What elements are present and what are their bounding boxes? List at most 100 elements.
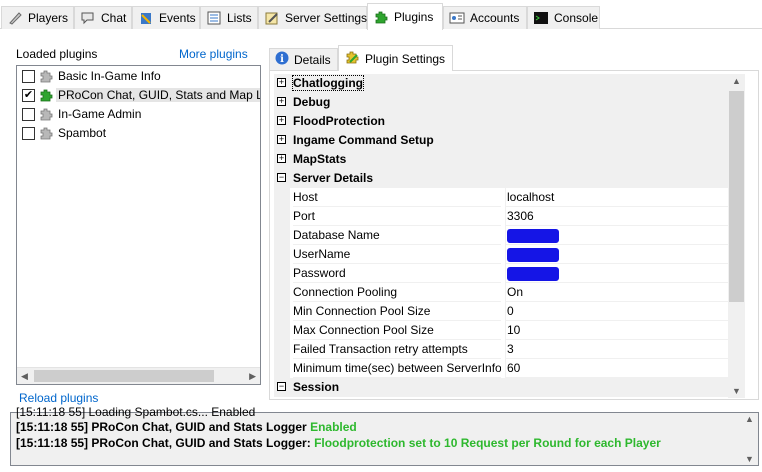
property-row-database-name[interactable]: Database Name — [274, 226, 728, 245]
tab-plugin-settings[interactable]: Plugin Settings — [338, 45, 453, 71]
tab-label: Players — [28, 11, 69, 25]
property-row-min-pool-size[interactable]: Min Connection Pool Size 0 — [274, 302, 728, 321]
tab-label: Server Settings — [285, 11, 368, 25]
category-label: Server Details — [293, 171, 374, 185]
plugin-item[interactable]: ✔ PRoCon Chat, GUID, Stats and Map Logge… — [19, 86, 260, 104]
tab-players[interactable]: Players — [1, 6, 74, 29]
plugin-checkbox[interactable]: ✔ — [22, 88, 35, 102]
tab-events[interactable]: Events — [132, 6, 200, 29]
server-settings-icon — [264, 10, 280, 26]
expand-icon[interactable]: + — [277, 154, 286, 163]
tab-server-settings[interactable]: Server Settings — [258, 6, 367, 29]
category-session[interactable]: − Session — [274, 378, 728, 397]
expand-icon[interactable]: + — [277, 116, 286, 125]
property-name: Password — [293, 264, 501, 283]
plugin-item[interactable]: Basic In-Game Info — [19, 67, 163, 85]
property-row-connection-pooling[interactable]: Connection Pooling On — [274, 283, 728, 302]
expand-icon[interactable]: + — [277, 78, 286, 87]
scroll-up-icon[interactable]: ▲ — [732, 76, 741, 86]
tab-label: Plugins — [394, 10, 434, 24]
plugin-checkbox[interactable] — [22, 126, 35, 140]
property-value[interactable]: localhost — [505, 188, 728, 207]
scroll-down-icon[interactable]: ▼ — [745, 454, 754, 464]
log-status: Enabled — [310, 420, 357, 434]
plugin-checkbox[interactable] — [22, 107, 35, 121]
category-debug[interactable]: + Debug — [274, 93, 728, 112]
property-name: Failed Transaction retry attempts — [293, 340, 501, 359]
property-value[interactable]: 3306 — [505, 207, 728, 226]
log-prefix: [15:11:18 55] PRoCon Chat, GUID and Stat… — [16, 420, 307, 434]
property-row-host[interactable]: Host localhost — [274, 188, 728, 207]
plugin-list[interactable]: Basic In-Game Info ✔ PRoCon Chat, GUID, … — [16, 65, 261, 385]
property-value[interactable]: 60 — [505, 359, 728, 378]
plugin-list-hscrollbar[interactable]: ◀ ▶ — [17, 367, 260, 384]
property-value[interactable]: On — [505, 283, 728, 302]
property-name: UserName — [293, 245, 501, 264]
redaction-mark — [507, 266, 559, 281]
loaded-plugins-label: Loaded plugins — [16, 47, 98, 61]
collapse-icon[interactable]: − — [277, 382, 286, 391]
tab-lists[interactable]: Lists — [200, 6, 258, 29]
property-name: Database Name — [293, 226, 501, 245]
log-line: [15:11:18 55] PRoCon Chat, GUID and Stat… — [16, 420, 357, 436]
plugin-icon — [38, 106, 54, 122]
category-ingame-command-setup[interactable]: + Ingame Command Setup — [274, 131, 728, 150]
more-plugins-link[interactable]: More plugins — [179, 47, 248, 61]
property-grid[interactable]: + Chatlogging + Debug + FloodProtection … — [274, 74, 744, 398]
property-value[interactable]: 10 — [505, 321, 728, 340]
plugin-icon — [38, 68, 54, 84]
property-value[interactable] — [505, 264, 728, 283]
tab-console[interactable]: Console — [527, 6, 600, 29]
property-name: Max Connection Pool Size — [293, 321, 501, 340]
category-mapstats[interactable]: + MapStats — [274, 150, 728, 169]
property-value[interactable] — [505, 245, 728, 264]
scrollbar-thumb[interactable] — [34, 370, 214, 382]
category-server-details[interactable]: − Server Details — [274, 169, 728, 188]
plugin-item[interactable]: In-Game Admin — [19, 105, 143, 123]
plugin-item[interactable]: Spambot — [19, 124, 108, 142]
category-label: Session — [293, 380, 340, 394]
category-floodprotection[interactable]: + FloodProtection — [274, 112, 728, 131]
property-row-password[interactable]: Password — [274, 264, 728, 283]
redaction-mark — [507, 247, 559, 262]
main-tab-strip: Players Chat Events Lists Server Setting… — [0, 0, 762, 30]
expand-icon[interactable]: + — [277, 97, 286, 106]
scrollbar-thumb[interactable] — [729, 91, 744, 302]
collapse-icon[interactable]: − — [277, 173, 286, 182]
tab-label: Chat — [101, 11, 127, 25]
property-row-serverinfo-interval[interactable]: Minimum time(sec) between ServerInfo 60 — [274, 359, 728, 378]
plugin-checkbox[interactable] — [22, 69, 35, 83]
scroll-left-icon[interactable]: ◀ — [21, 371, 28, 382]
property-grid-vscrollbar[interactable]: ▲ ▼ — [728, 74, 745, 398]
tab-details[interactable]: i Details — [269, 48, 338, 70]
category-chatlogging[interactable]: + Chatlogging — [274, 74, 728, 93]
tab-plugins[interactable]: Plugins — [367, 3, 443, 30]
property-row-retry-attempts[interactable]: Failed Transaction retry attempts 3 — [274, 340, 728, 359]
tab-chat[interactable]: Chat — [74, 6, 132, 29]
reload-plugins-link[interactable]: Reload plugins — [19, 391, 98, 405]
scroll-right-icon[interactable]: ▶ — [249, 371, 256, 382]
property-row-max-pool-size[interactable]: Max Connection Pool Size 10 — [274, 321, 728, 340]
expand-icon[interactable]: + — [277, 135, 286, 144]
property-name: Connection Pooling — [293, 283, 501, 302]
scroll-up-icon[interactable]: ▲ — [745, 414, 754, 424]
console-vscrollbar[interactable]: ▲ ▼ — [741, 413, 758, 465]
category-label: Chatlogging — [292, 75, 364, 91]
tab-label: Console — [554, 11, 599, 25]
svg-text:i: i — [280, 54, 284, 65]
scroll-down-icon[interactable]: ▼ — [732, 386, 741, 396]
property-name: Min Connection Pool Size — [293, 302, 501, 321]
log-prefix: [15:11:18 55] PRoCon Chat, GUID and Stat… — [16, 436, 311, 450]
console-log[interactable]: [15:11:18 55] Loading Spambot.cs... Enab… — [10, 405, 759, 466]
property-row-port[interactable]: Port 3306 — [274, 207, 728, 226]
tab-accounts[interactable]: Accounts — [443, 6, 527, 29]
category-label: FloodProtection — [293, 114, 385, 128]
property-value[interactable] — [505, 226, 728, 245]
log-line-partial: [15:11:18 55] Loading Spambot.cs... Enab… — [16, 405, 256, 419]
property-value[interactable]: 0 — [505, 302, 728, 321]
property-row-username[interactable]: UserName — [274, 245, 728, 264]
tab-label: Plugin Settings — [365, 51, 446, 66]
events-icon — [138, 10, 154, 26]
plugin-label: Basic In-Game Info — [58, 69, 161, 83]
property-value[interactable]: 3 — [505, 340, 728, 359]
